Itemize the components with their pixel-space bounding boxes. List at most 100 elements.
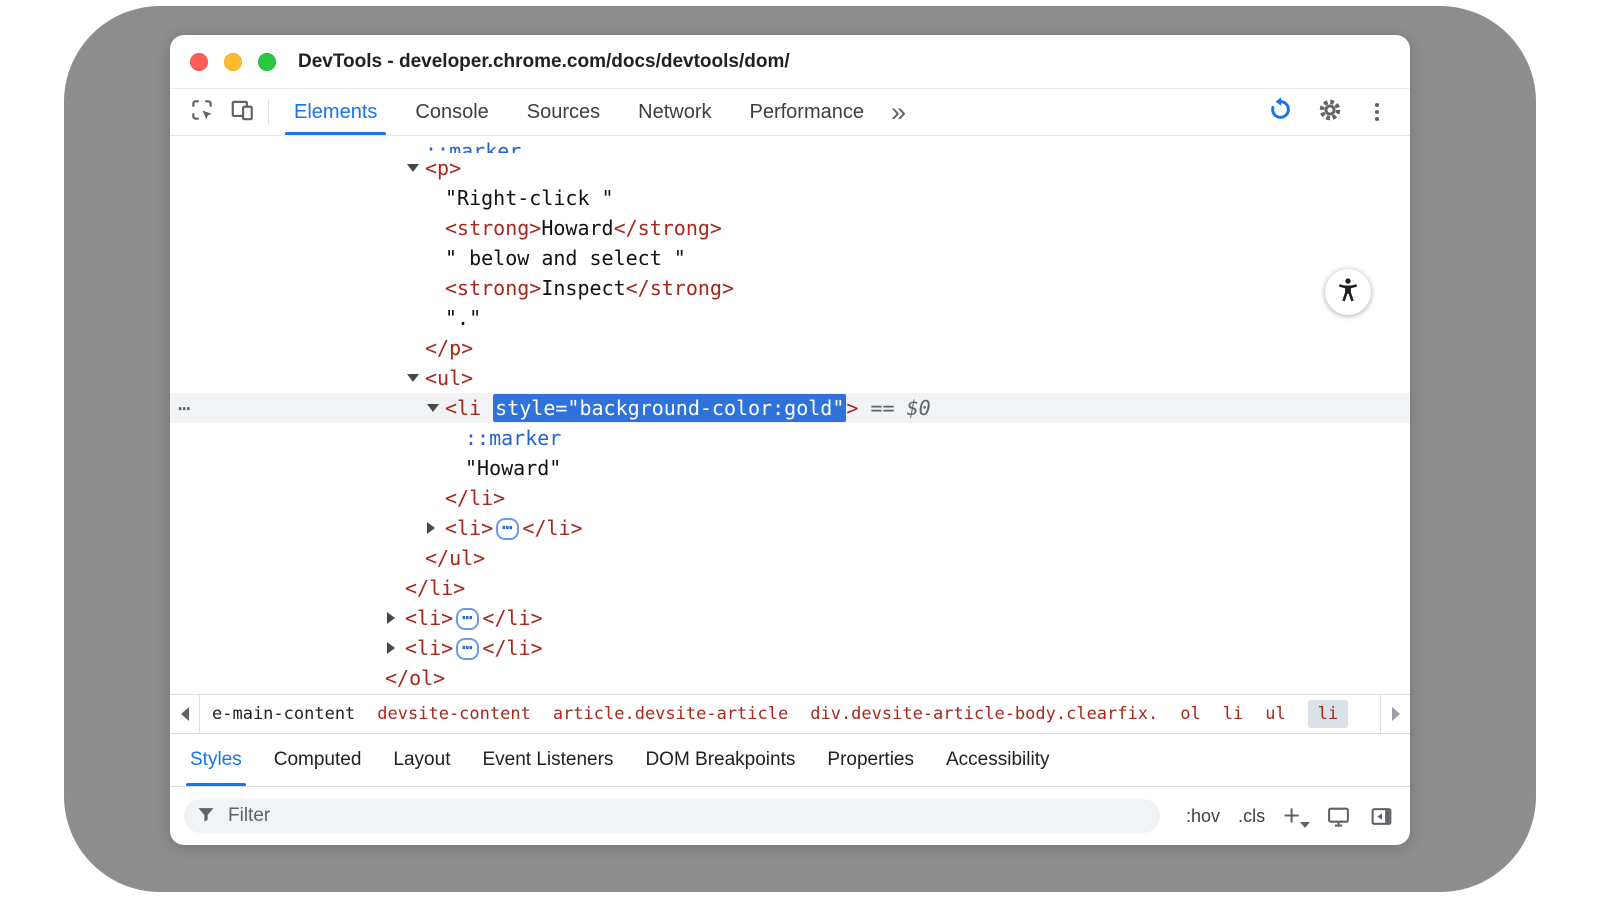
zoom-button[interactable] [258,53,276,71]
more-tabs-button[interactable]: » [883,89,914,135]
inline-expand-ellipsis-button[interactable]: ⋯ [456,608,479,630]
dom-node-selected-row[interactable]: ⋯<li style="background-color:gold"> == $… [170,393,1410,423]
dom-tree-row[interactable]: <strong>Howard</strong> [170,213,1410,243]
filter-bar-buttons: :hov .cls + [1186,804,1396,829]
code-dollar: $0 [907,396,931,420]
code-tag: <strong> [445,216,541,240]
tab-properties[interactable]: Properties [811,734,930,786]
dom-tree-row[interactable]: ::marker [170,423,1410,453]
code-plain: " below and select " [445,246,686,270]
collapse-arrow-icon[interactable] [407,374,419,382]
dom-tree-row[interactable]: <p> [170,153,1410,183]
elements-dom-tree: ::marker<p>"Right-click "<strong>Howard<… [170,136,1410,694]
dom-tree-row[interactable]: </p> [170,333,1410,363]
dom-tree-row[interactable]: </li> [170,483,1410,513]
sidebar-toggle-button[interactable] [1369,804,1394,829]
code-tag: <li> [405,636,453,660]
tab-network[interactable]: Network [619,89,730,135]
code-tag: <ul> [425,366,473,390]
tab-performance[interactable]: Performance [731,89,884,135]
tab-styles[interactable]: Styles [174,734,258,786]
sync-button[interactable] [1260,96,1300,128]
chevron-double-right-icon: » [891,97,906,128]
close-button[interactable] [190,53,208,71]
settings-button[interactable] [1310,97,1350,128]
dom-tree-row[interactable]: "Howard" [170,453,1410,483]
breadcrumb-item[interactable]: div.devsite-article-body.clearfix. [810,704,1158,724]
new-style-rule-button[interactable]: + [1283,806,1308,826]
screenshot-stage: DevTools - developer.chrome.com/docs/dev… [0,0,1600,908]
inspect-element-button[interactable] [182,89,222,135]
filter-field[interactable] [184,799,1160,833]
device-toolbar-button[interactable] [222,89,262,135]
chevron-left-icon [181,707,189,721]
code-plain: Howard [541,216,613,240]
tab-console[interactable]: Console [396,89,507,135]
tab-layout[interactable]: Layout [377,734,466,786]
code-attr-sel: style="background-color:gold" [493,394,846,422]
rendering-emulations-button[interactable] [1326,804,1351,829]
toggle-element-state-button[interactable]: :hov [1186,806,1220,827]
breadcrumb-item[interactable]: e-main-content [212,704,355,724]
dom-tree-row[interactable]: <strong>Inspect</strong> [170,273,1410,303]
code-plain: "Right-click " [445,186,614,210]
code-tag: </li> [445,486,505,510]
dom-tree-row[interactable]: </ul> [170,543,1410,573]
code-tag: </li> [522,516,582,540]
element-classes-button[interactable]: .cls [1238,806,1265,827]
title-bar: DevTools - developer.chrome.com/docs/dev… [170,35,1410,89]
breadcrumb-item-selected[interactable]: li [1308,700,1348,728]
dom-tree-row[interactable]: </ol> [170,663,1410,693]
code-pseudo: ::marker [465,426,561,450]
breadcrumb-item[interactable]: ol [1180,704,1200,724]
dom-tree-row[interactable]: <ul> [170,363,1410,393]
expand-arrow-icon[interactable] [387,642,395,654]
breadcrumb-scroll-left-button[interactable] [170,695,200,733]
dom-tree-row[interactable]: "Right-click " [170,183,1410,213]
breadcrumb-item[interactable]: article.devsite-article [553,704,788,724]
breadcrumb-bar: e-main-content devsite-content article.dev… [170,694,1410,733]
code-tag: <strong> [445,276,541,300]
tab-event-listeners[interactable]: Event Listeners [466,734,629,786]
inline-expand-ellipsis-button[interactable]: ⋯ [496,518,519,540]
collapse-arrow-icon[interactable] [427,404,439,412]
dom-tree-row[interactable]: </li> [170,573,1410,603]
breadcrumb-item[interactable]: ul [1265,704,1285,724]
collapse-arrow-icon[interactable] [407,164,419,172]
breadcrumb-scroll-right-button[interactable] [1380,695,1410,733]
code-plain [858,396,870,420]
filter-input[interactable] [226,804,1148,828]
dom-tree-row[interactable]: " below and select " [170,243,1410,273]
code-tag: </strong> [626,276,734,300]
dom-tree-row[interactable]: ::marker [170,136,1410,153]
dom-tree-row[interactable]: <li>⋯</li> [170,603,1410,633]
code-tag: <li> [405,606,453,630]
dom-tree-row[interactable]: "." [170,303,1410,333]
code-tag: </li> [482,606,542,630]
tab-dom-breakpoints[interactable]: DOM Breakpoints [629,734,811,786]
code-tag: <li> [445,516,493,540]
more-options-button[interactable] [1360,95,1394,129]
window-controls [190,53,276,71]
tab-computed[interactable]: Computed [258,734,378,786]
dom-tree-row[interactable]: <li>⋯</li> [170,633,1410,663]
tab-accessibility[interactable]: Accessibility [930,734,1065,786]
gear-icon [1317,97,1343,128]
panel-tabs: ElementsConsoleSourcesNetworkPerformance [275,89,883,135]
styles-panel-tabs: StylesComputedLayoutEvent ListenersDOM B… [170,733,1410,786]
tab-elements[interactable]: Elements [275,89,396,135]
dom-tree-row[interactable]: <li>⋯</li> [170,513,1410,543]
expand-arrow-icon[interactable] [387,612,395,624]
sync-icon [1267,96,1294,128]
code-tag: </ul> [425,546,485,570]
minimize-button[interactable] [224,53,242,71]
tab-sources[interactable]: Sources [508,89,619,135]
code-plain [895,396,907,420]
expand-arrow-icon[interactable] [427,522,435,534]
code-tag: </p> [425,336,473,360]
styles-filter-bar: :hov .cls + [170,786,1410,845]
toolbar-right-icons [1260,89,1410,135]
inline-expand-ellipsis-button[interactable]: ⋯ [456,638,479,660]
breadcrumb-item[interactable]: devsite-content [377,704,531,724]
breadcrumb-item[interactable]: li [1223,704,1243,724]
